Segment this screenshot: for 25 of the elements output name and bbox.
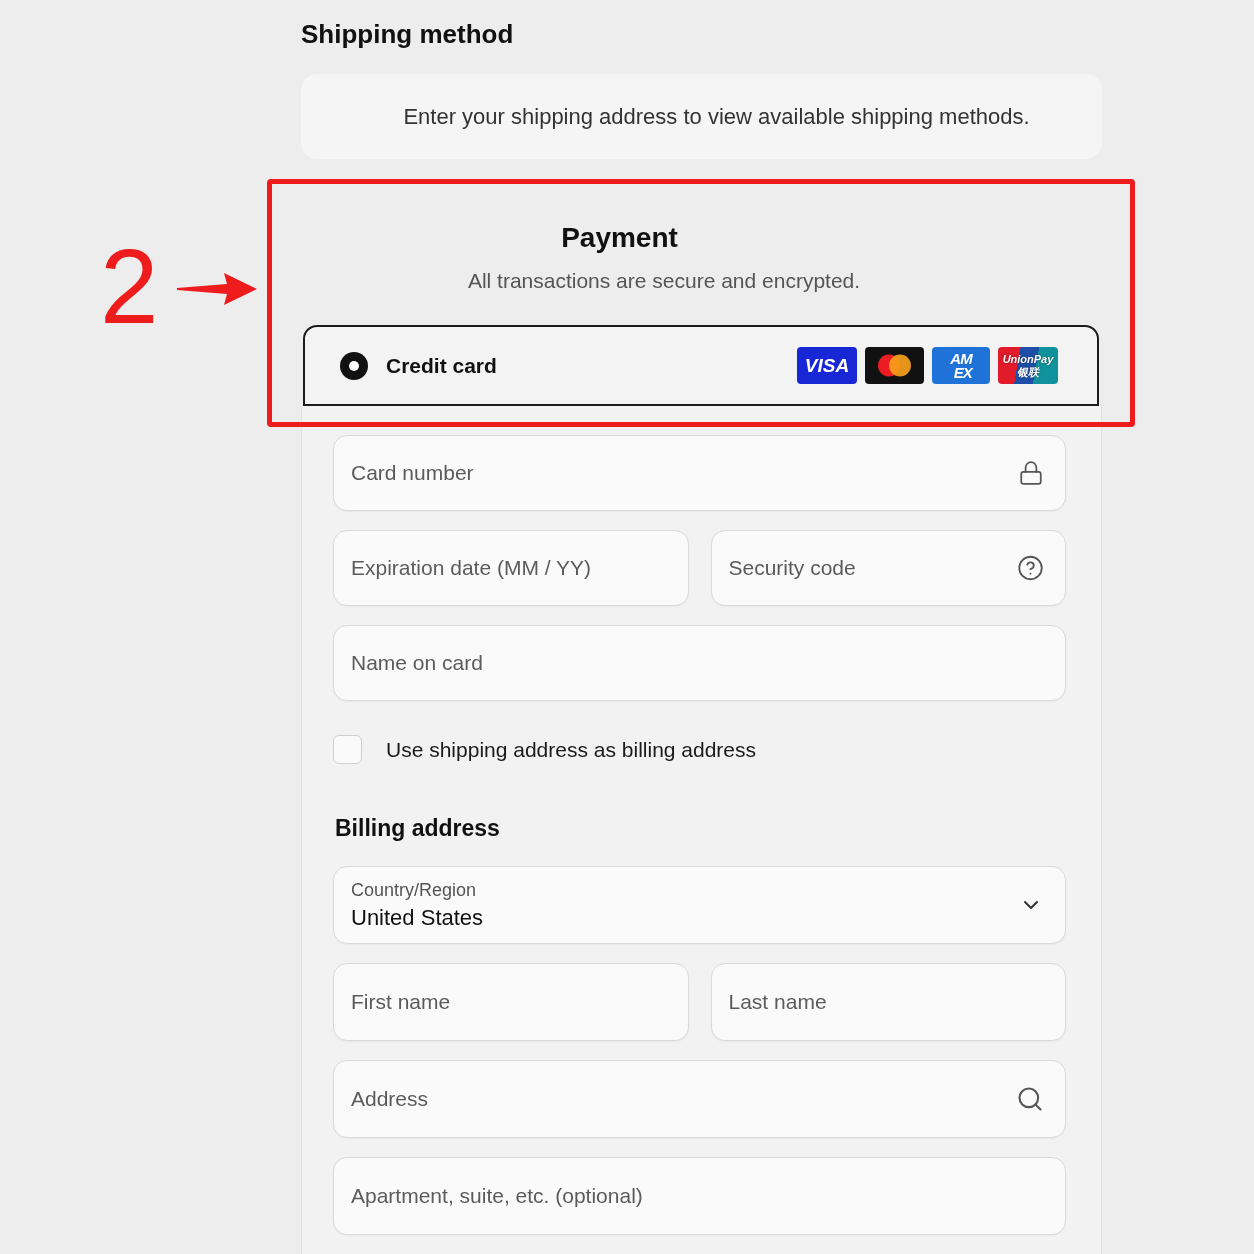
- input-field[interactable]: Name on card: [333, 625, 1066, 701]
- checkbox[interactable]: [333, 735, 362, 764]
- input-field[interactable]: Expiration date (MM / YY): [333, 530, 689, 606]
- radio-button[interactable]: [340, 351, 368, 380]
- lock-icon: [1018, 460, 1044, 486]
- input-field[interactable]: Address: [333, 1060, 1066, 1138]
- annotation-number: 2: [100, 234, 159, 339]
- card-logo-icon: [865, 347, 924, 384]
- input-field[interactable]: Last name: [710, 963, 1066, 1041]
- help-icon[interactable]: [1017, 554, 1044, 582]
- card-logo: VISA: [797, 347, 857, 384]
- input-field[interactable]: First name: [333, 963, 689, 1041]
- search-icon[interactable]: [1016, 1085, 1044, 1113]
- payment-option-label: Credit card: [386, 353, 498, 378]
- card-logo: AM EX: [932, 347, 990, 384]
- checkbox-label[interactable]: Use shipping address as billing address: [386, 737, 757, 762]
- section-title: Shipping method: [301, 18, 514, 50]
- shipping-notice: Enter your shipping address to view available shipping methods.: [301, 74, 1102, 159]
- section-title: Payment: [561, 221, 678, 255]
- country-select[interactable]: Country/Region United States: [333, 866, 1066, 944]
- input-field[interactable]: Security code: [710, 530, 1066, 606]
- input-field[interactable]: Apartment, suite, etc. (optional): [333, 1157, 1066, 1235]
- input-field[interactable]: Card number: [333, 435, 1066, 511]
- section-subtitle: All transactions are secure and encrypted.: [467, 268, 861, 294]
- section-title: Billing address: [335, 814, 500, 843]
